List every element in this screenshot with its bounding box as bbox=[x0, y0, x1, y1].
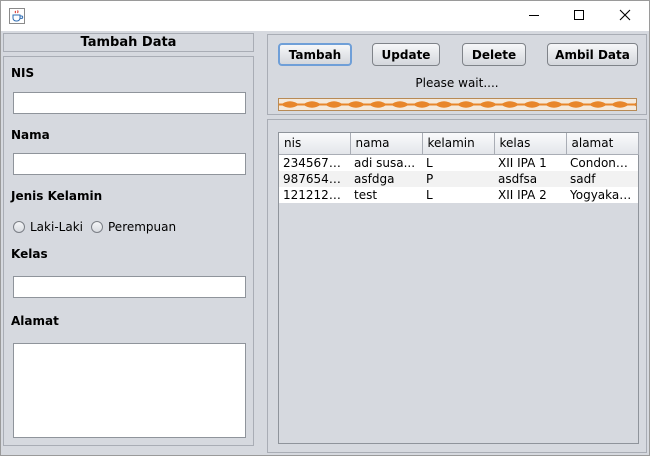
table-cell: XII IPA 1 bbox=[494, 154, 566, 171]
table-row[interactable]: 1212121... test L XII IPA 2 Yogyakarta bbox=[279, 186, 638, 203]
nis-label: NIS bbox=[11, 66, 35, 80]
table-cell: 1212121... bbox=[279, 186, 350, 203]
radio-circle-icon bbox=[13, 221, 25, 233]
progress-bar bbox=[278, 98, 637, 111]
column-header-nis[interactable]: nis bbox=[279, 133, 351, 155]
table-cell: P bbox=[422, 170, 494, 187]
ambil-data-button[interactable]: Ambil Data bbox=[547, 43, 638, 66]
table-cell: 2345678... bbox=[279, 154, 350, 171]
table-cell: adi susa... bbox=[350, 154, 422, 171]
progress-segment bbox=[501, 101, 519, 108]
tambah-button[interactable]: Tambah bbox=[278, 43, 352, 66]
progress-segment bbox=[479, 101, 497, 108]
minimize-button[interactable] bbox=[511, 1, 557, 31]
progress-segment bbox=[391, 101, 409, 108]
table-cell: Yogyakarta bbox=[566, 186, 638, 203]
nis-field[interactable] bbox=[13, 92, 246, 114]
radio-laki-laki-label: Laki-Laki bbox=[30, 220, 83, 234]
table-cell: L bbox=[422, 154, 494, 171]
maximize-icon bbox=[573, 9, 585, 24]
jenis-kelamin-label: Jenis Kelamin bbox=[11, 189, 103, 203]
title-bar[interactable] bbox=[1, 1, 649, 31]
close-icon bbox=[619, 9, 631, 24]
progress-pattern bbox=[279, 101, 636, 108]
radio-perempuan-label: Perempuan bbox=[108, 220, 177, 234]
form-panel: NIS Nama Jenis Kelamin Laki-Laki Perempu… bbox=[3, 56, 254, 446]
progress-segment bbox=[303, 101, 321, 108]
radio-perempuan[interactable]: Perempuan bbox=[91, 220, 176, 234]
column-header-kelamin[interactable]: kelamin bbox=[422, 133, 495, 155]
table-panel: nis nama kelamin kelas alamat 2345678...… bbox=[267, 119, 647, 453]
column-header-alamat[interactable]: alamat bbox=[566, 133, 639, 155]
radio-laki-laki[interactable]: Laki-Laki bbox=[13, 220, 83, 234]
progress-segment bbox=[523, 101, 541, 108]
alamat-label: Alamat bbox=[11, 314, 59, 328]
table-cell: 9876543... bbox=[279, 170, 350, 187]
table-cell: asdfsa bbox=[494, 170, 566, 187]
progress-segment bbox=[567, 101, 585, 108]
progress-segment bbox=[413, 101, 431, 108]
form-header: Tambah Data bbox=[3, 33, 254, 52]
progress-segment bbox=[435, 101, 453, 108]
nama-label: Nama bbox=[11, 128, 50, 142]
table-cell: asfdga bbox=[350, 170, 422, 187]
table-header-row: nis nama kelamin kelas alamat bbox=[279, 133, 639, 155]
table-row[interactable]: 9876543... asfdga P asdfsa sadf bbox=[279, 170, 638, 187]
data-table: nis nama kelamin kelas alamat 2345678...… bbox=[279, 133, 639, 203]
progress-segment bbox=[325, 101, 343, 108]
update-button[interactable]: Update bbox=[372, 43, 440, 66]
progress-segment bbox=[589, 101, 607, 108]
progress-segment bbox=[633, 102, 636, 107]
progress-segment bbox=[369, 101, 387, 108]
table-cell: Condong... bbox=[566, 154, 638, 171]
close-button[interactable] bbox=[602, 1, 648, 31]
minimize-icon bbox=[528, 9, 540, 24]
progress-segment bbox=[611, 101, 629, 108]
progress-segment bbox=[347, 101, 365, 108]
client-area: Tambah Data NIS Nama Jenis Kelamin Laki-… bbox=[1, 31, 649, 455]
progress-segment bbox=[457, 101, 475, 108]
java-cup-icon bbox=[9, 8, 25, 24]
progress-segment bbox=[281, 101, 299, 108]
table-cell: L bbox=[422, 186, 494, 203]
progress-segment bbox=[545, 101, 563, 108]
alamat-textarea[interactable] bbox=[13, 343, 246, 438]
table-scroll-pane[interactable]: nis nama kelamin kelas alamat 2345678...… bbox=[278, 132, 639, 444]
delete-button[interactable]: Delete bbox=[462, 43, 526, 66]
table-row[interactable]: 2345678... adi susa... L XII IPA 1 Condo… bbox=[279, 154, 638, 171]
app-window: Tambah Data NIS Nama Jenis Kelamin Laki-… bbox=[0, 0, 650, 456]
action-panel: Tambah Update Delete Ambil Data Please w… bbox=[267, 34, 647, 115]
column-header-kelas[interactable]: kelas bbox=[494, 133, 567, 155]
status-text: Please wait.... bbox=[415, 76, 499, 90]
table-cell: sadf bbox=[566, 170, 638, 187]
radio-circle-icon bbox=[91, 221, 103, 233]
table-cell: XII IPA 2 bbox=[494, 186, 566, 203]
column-header-nama[interactable]: nama bbox=[350, 133, 423, 155]
maximize-button[interactable] bbox=[556, 1, 602, 31]
nama-field[interactable] bbox=[13, 153, 246, 175]
kelas-field[interactable] bbox=[13, 276, 246, 298]
table-cell: test bbox=[350, 186, 422, 203]
kelas-label: Kelas bbox=[11, 247, 48, 261]
